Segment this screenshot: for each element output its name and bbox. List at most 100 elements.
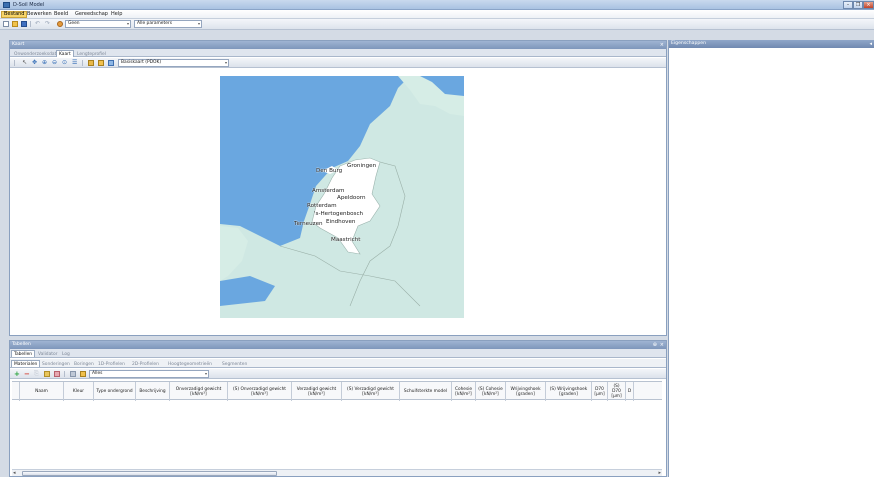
menu-help[interactable]: Help (109, 11, 124, 18)
filter-select-value: Alles (92, 371, 103, 376)
column-header-label: (S) Verzadigd gewicht (347, 386, 394, 392)
column-header[interactable]: Type ondergrond (94, 382, 136, 401)
settings-icon[interactable] (108, 60, 114, 66)
column-header-label: [kN/m²] (455, 391, 472, 397)
restore-button[interactable]: ❐ (853, 1, 863, 9)
tab-onderzoeksdata[interactable]: Onwonderzoeksdata (11, 50, 62, 57)
tab-2d-profielen[interactable]: 2D-Profielen (129, 360, 162, 367)
tab-1d-profielen[interactable]: 1D-Profielen (95, 360, 128, 367)
tab-materialen[interactable]: Materialen (11, 360, 41, 367)
map-pane-header: Kaart × (10, 41, 666, 49)
map-pane-title: Kaart (12, 42, 25, 47)
tab-validator[interactable]: Validator (35, 350, 60, 357)
tables-inner-tabs: Materialen Sonderingen Boringen 1D-Profi… (10, 359, 666, 368)
column-header-label: [kN/m³] (190, 391, 207, 397)
column-header[interactable]: Wrijvingshoek [graden] (506, 382, 546, 401)
app-icon (3, 2, 10, 8)
close-icon[interactable]: × (660, 41, 664, 49)
column-header-label: (S) Onverzadigd gewicht (233, 386, 286, 392)
new-file-icon[interactable] (3, 21, 9, 27)
city-label: Eindhoven (326, 219, 356, 225)
pointer-icon[interactable]: ↖ (22, 60, 28, 66)
column-header[interactable]: D (626, 382, 634, 401)
column-header[interactable]: Schuifsterkte model (400, 382, 452, 401)
zoom-in-icon[interactable]: ⊕ (42, 60, 48, 66)
column-header[interactable]: (S) D70 [µm] (608, 382, 626, 401)
toolbar-separator (14, 60, 15, 66)
pin-icon[interactable]: ⊕ (653, 341, 657, 349)
filter-select[interactable]: Alles ▾ (89, 370, 209, 378)
tables-pane: Tabellen ⊕ × Tabellen Validator Log Mate… (9, 340, 667, 477)
toolbar-separator (30, 21, 31, 27)
pan-icon[interactable]: ✥ (32, 60, 38, 66)
export-icon[interactable] (98, 60, 104, 66)
column-header[interactable]: D70 [µm] (592, 382, 608, 401)
column-header-label: [kN/m³] (308, 391, 325, 397)
column-header-label: D70 (595, 386, 604, 392)
map-view[interactable]: Groningen Den Burg Amsterdam Apeldoorn R… (220, 76, 464, 318)
add-layer-icon[interactable] (88, 60, 94, 66)
scroll-right-icon[interactable]: ▸ (658, 470, 661, 476)
zoom-out-icon[interactable]: ⊖ (52, 60, 58, 66)
column-header-label: Kleur (72, 389, 85, 394)
tables-toolbar: + − ⎘ Alles ▾ (10, 369, 666, 379)
map-tabs: Onwonderzoeksdata Kaart Lengteprofiel (10, 49, 666, 57)
scrollbar-thumb[interactable] (22, 471, 277, 476)
tab-sonderingen[interactable]: Sonderingen (39, 360, 73, 367)
filter-icon[interactable] (80, 371, 86, 377)
menu-bestand[interactable]: Bestand (1, 11, 28, 18)
import-icon[interactable] (70, 371, 76, 377)
pin-icon[interactable]: ◂ (869, 40, 872, 48)
menu-bar: Bestand Bewerken Beeld Gereedschap Help (0, 10, 874, 19)
column-header[interactable]: Kleur (64, 382, 94, 401)
basemap-select[interactable]: Basiskaart (PDOK) ▾ (118, 59, 229, 67)
column-header[interactable]: (S) Onverzadigd gewicht [kN/m³] (228, 382, 292, 401)
minimize-button[interactable]: – (843, 1, 853, 9)
close-button[interactable]: × (863, 1, 874, 9)
undo-icon[interactable]: ↶ (35, 21, 41, 27)
copy-icon[interactable]: ⎘ (34, 371, 40, 377)
column-header-label: Beschrijving (139, 389, 166, 394)
column-header[interactable]: (S) Verzadigd gewicht [kN/m³] (342, 382, 400, 401)
chevron-down-icon: ▾ (224, 60, 227, 65)
horizontal-scrollbar[interactable]: ◂ ▸ (12, 469, 662, 476)
chevron-down-icon: ▾ (126, 21, 129, 26)
column-header[interactable]: (S) Cohesie [kN/m²] (476, 382, 506, 401)
properties-pane-header: Eigenschappen ◂ (669, 40, 874, 48)
redo-icon[interactable]: ↷ (45, 21, 51, 27)
column-header[interactable]: Onverzadigd gewicht [kN/m³] (170, 382, 228, 401)
layer-icon (57, 21, 63, 27)
tab-boringen[interactable]: Boringen (71, 360, 97, 367)
tab-tabellen[interactable]: Tabellen (11, 350, 36, 357)
menu-bewerken[interactable]: Bewerken (25, 11, 54, 18)
column-header[interactable]: Verzadigd gewicht [kN/m³] (292, 382, 342, 401)
window-title: D-Soil Model (13, 2, 45, 8)
menu-gereedschap[interactable]: Gereedschap (73, 11, 110, 18)
tab-lengteprofiel[interactable]: Lengteprofiel (74, 50, 109, 57)
tab-kaart[interactable]: Kaart (56, 50, 74, 57)
city-label: Groningen (347, 163, 377, 169)
open-folder-icon[interactable] (12, 21, 18, 27)
remove-icon[interactable]: − (24, 371, 30, 378)
zoom-extent-icon[interactable]: ⊙ (62, 60, 68, 66)
column-header[interactable]: Cohesie [kN/m²] (452, 382, 476, 401)
delete-row-icon[interactable] (54, 371, 60, 377)
column-header[interactable]: (S) Wrijvingshoek [graden] (546, 382, 592, 401)
row-selector-header[interactable] (12, 382, 20, 401)
save-icon[interactable] (21, 21, 27, 27)
tab-segmenten[interactable]: Segmenten (219, 360, 250, 367)
paste-icon[interactable] (44, 371, 50, 377)
add-icon[interactable]: + (14, 371, 20, 378)
column-header-label: [kN/m³] (362, 391, 379, 397)
layer-select[interactable]: Geen ▾ (65, 20, 131, 28)
scroll-left-icon[interactable]: ◂ (13, 470, 16, 476)
close-icon[interactable]: × (660, 341, 664, 349)
layers-list-icon[interactable]: ☰ (72, 60, 78, 66)
column-header[interactable]: Beschrijving (136, 382, 170, 401)
tab-hoogtegeometrieen[interactable]: Hoogtegeometrieën (165, 360, 215, 367)
parameter-select[interactable]: Alle parameters ▾ (134, 20, 202, 28)
menu-beeld[interactable]: Beeld (52, 11, 70, 18)
column-header[interactable]: Naam (20, 382, 64, 401)
properties-pane-title: Eigenschappen (671, 41, 707, 46)
tab-log[interactable]: Log (59, 350, 73, 357)
